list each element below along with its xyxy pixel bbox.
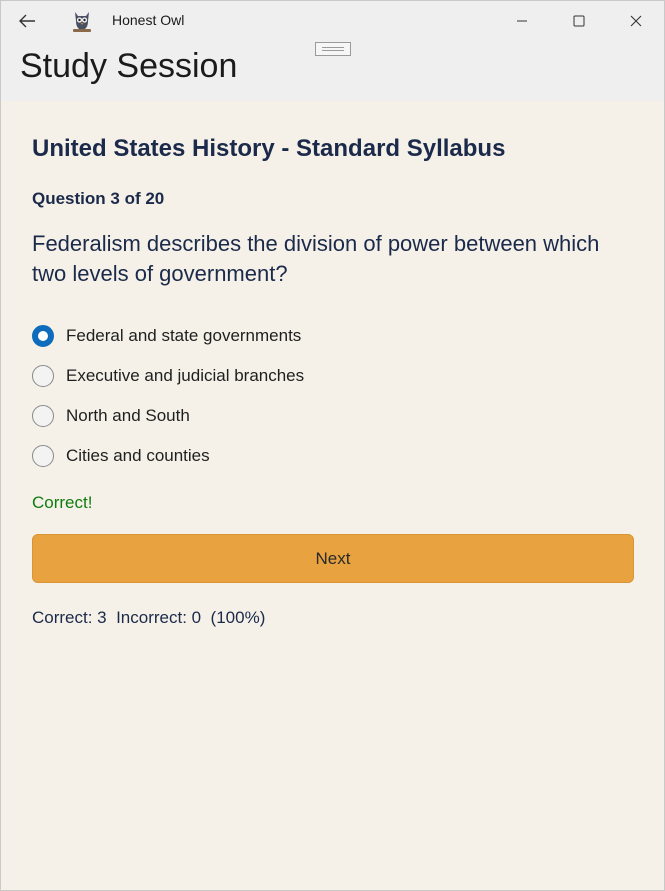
answer-option[interactable]: Executive and judicial branches bbox=[32, 356, 432, 396]
back-arrow-icon bbox=[19, 14, 35, 28]
title-bar[interactable]: Honest Owl bbox=[1, 1, 664, 41]
app-window: Honest Owl Study Session United States H… bbox=[0, 0, 665, 891]
answer-option-label: North and South bbox=[66, 406, 190, 425]
minimize-icon bbox=[517, 20, 527, 22]
next-button[interactable]: Next bbox=[32, 534, 634, 583]
question-text: Federalism describes the division of pow… bbox=[32, 231, 600, 286]
answer-option-label: Federal and state governments bbox=[66, 326, 302, 345]
radio-button[interactable] bbox=[32, 405, 54, 427]
close-icon bbox=[630, 15, 642, 27]
answer-option-label: Executive and judicial branches bbox=[66, 366, 305, 385]
radio-button[interactable] bbox=[32, 365, 54, 387]
answer-feedback: Correct! bbox=[32, 493, 93, 512]
answer-option[interactable]: Cities and counties bbox=[32, 436, 432, 476]
answer-option[interactable]: North and South bbox=[32, 396, 432, 436]
radio-button[interactable] bbox=[32, 325, 54, 347]
minimize-button[interactable] bbox=[499, 1, 545, 41]
page-title: Study Session bbox=[20, 47, 238, 85]
maximize-button[interactable] bbox=[556, 1, 602, 41]
answer-option-label: Cities and counties bbox=[66, 446, 210, 465]
radio-button[interactable] bbox=[32, 445, 54, 467]
answer-option[interactable]: Federal and state governments bbox=[32, 316, 432, 356]
owl-app-icon bbox=[71, 9, 93, 33]
close-button[interactable] bbox=[613, 1, 659, 41]
back-button[interactable] bbox=[9, 5, 45, 37]
page-header: Study Session bbox=[1, 41, 664, 101]
drag-handle[interactable] bbox=[315, 42, 351, 56]
question-counter: Question 3 of 20 bbox=[32, 189, 165, 208]
course-title: United States History - Standard Syllabu… bbox=[32, 135, 506, 162]
score-summary: Correct: 3 Incorrect: 0 (100%) bbox=[32, 608, 266, 627]
maximize-icon bbox=[573, 15, 585, 27]
answer-options: Federal and state governments Executive … bbox=[32, 316, 432, 476]
app-title: Honest Owl bbox=[112, 12, 185, 28]
